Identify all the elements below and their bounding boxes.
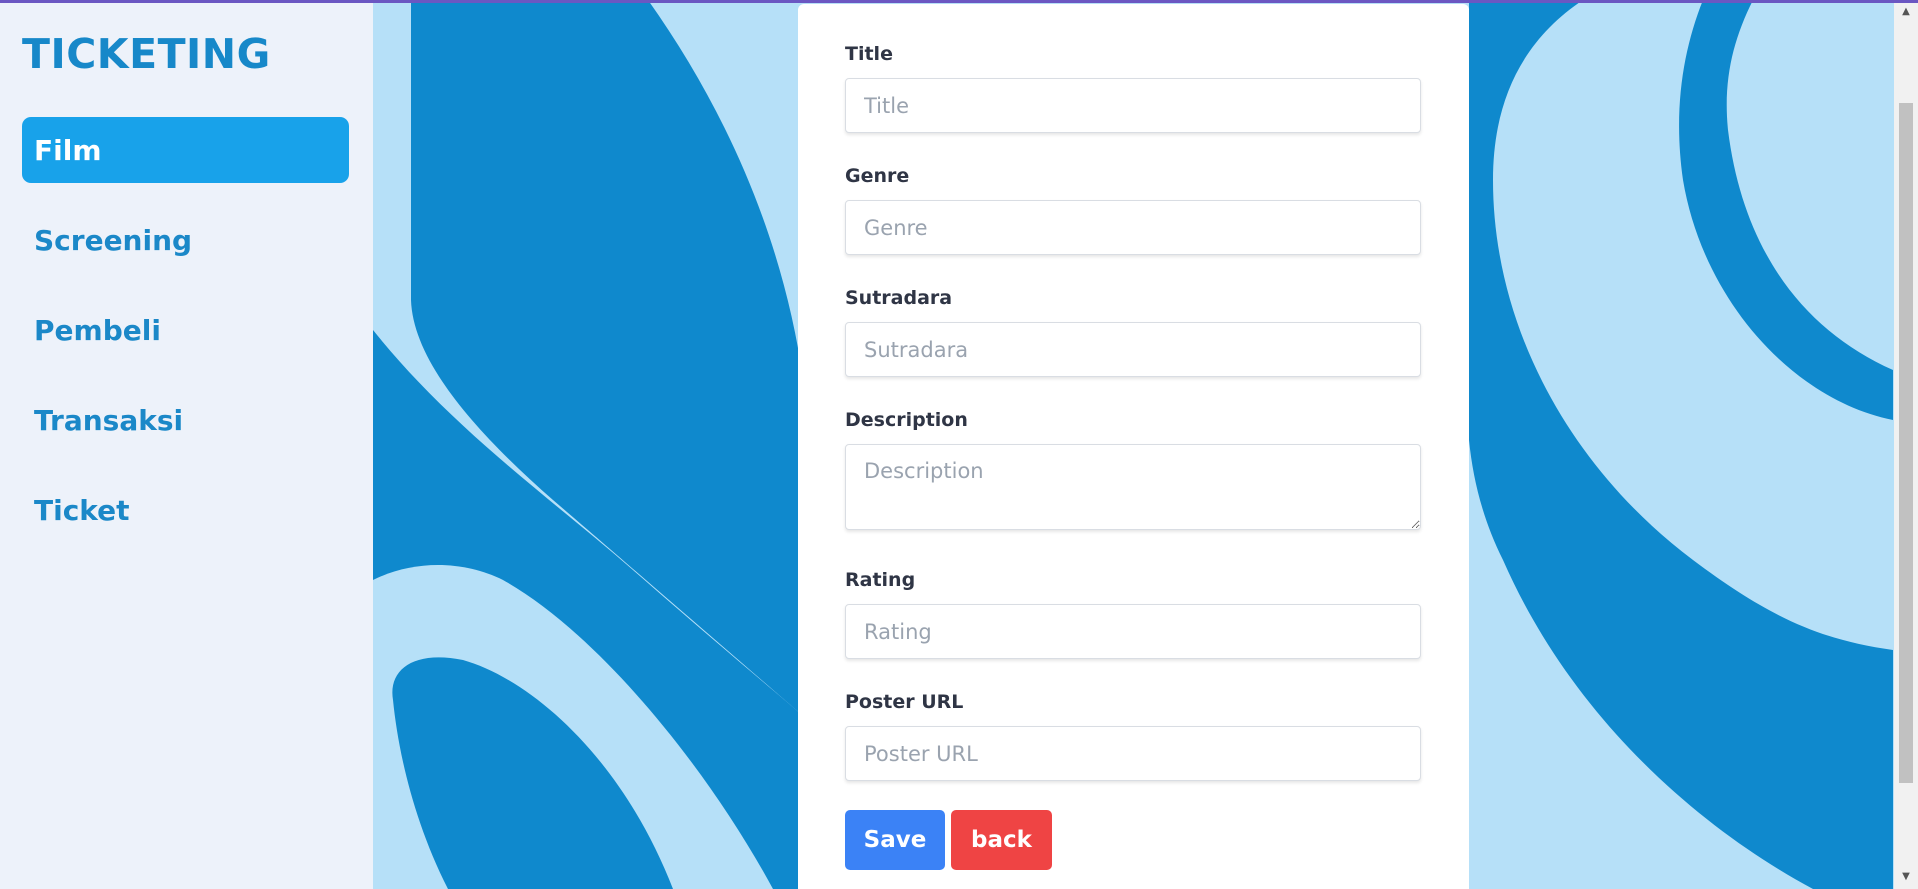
page: TICKETING Film Screening Pembeli Transak… (0, 0, 1918, 889)
sidebar-nav: Film Screening Pembeli Transaksi Ticket (22, 117, 349, 567)
sidebar-item-pembeli[interactable]: Pembeli (22, 297, 349, 363)
sutradara-label: Sutradara (845, 287, 953, 309)
title-input[interactable] (845, 78, 1421, 133)
sutradara-input[interactable] (845, 322, 1421, 377)
scroll-down-arrow-icon[interactable]: ▼ (1894, 867, 1918, 887)
page-scrollbar[interactable]: ▲ ▼ (1894, 0, 1918, 889)
genre-input[interactable] (845, 200, 1421, 255)
description-label: Description (845, 409, 968, 431)
poster-url-field-group: Poster URL (845, 688, 1421, 781)
sidebar: TICKETING Film Screening Pembeli Transak… (0, 0, 373, 889)
title-field-group: Title (845, 40, 1421, 133)
sidebar-item-film[interactable]: Film (22, 117, 349, 183)
sidebar-item-transaksi[interactable]: Transaksi (22, 387, 349, 453)
sidebar-item-screening[interactable]: Screening (22, 207, 349, 273)
brand-title: TICKETING (22, 30, 271, 78)
poster-url-input[interactable] (845, 726, 1421, 781)
title-label: Title (845, 43, 893, 65)
poster-url-label: Poster URL (845, 691, 964, 713)
scrollbar-thumb[interactable] (1899, 103, 1913, 783)
sutradara-field-group: Sutradara (845, 284, 1421, 377)
rating-label: Rating (845, 569, 916, 591)
scroll-up-arrow-icon[interactable]: ▲ (1894, 2, 1918, 22)
description-textarea[interactable] (845, 444, 1421, 530)
sidebar-item-ticket[interactable]: Ticket (22, 477, 349, 543)
top-accent-line (0, 0, 1918, 3)
save-button[interactable]: Save (845, 810, 945, 870)
rating-input[interactable] (845, 604, 1421, 659)
description-field-group: Description (845, 406, 1421, 530)
genre-label: Genre (845, 165, 910, 187)
rating-field-group: Rating (845, 566, 1421, 659)
film-form-card: Title Genre Sutradara Description Rating… (798, 4, 1469, 889)
genre-field-group: Genre (845, 162, 1421, 255)
back-button[interactable]: back (951, 810, 1052, 870)
